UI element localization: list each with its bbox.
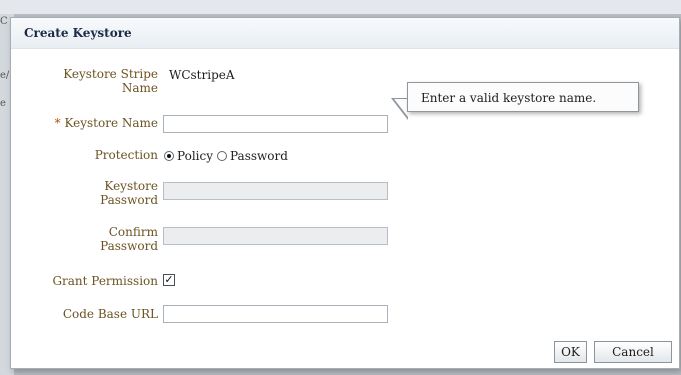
dialog-title: Create Keystore: [24, 26, 132, 40]
validation-tooltip: Enter a valid keystore name.: [407, 82, 639, 112]
tooltip-pointer-fill: [394, 99, 408, 117]
background-text-fragment: e: [0, 98, 6, 109]
tooltip-text: Enter a valid keystore name.: [421, 91, 597, 105]
confirm-password-input[interactable]: [163, 227, 388, 245]
cancel-button[interactable]: Cancel: [594, 341, 672, 363]
ok-button[interactable]: OK: [554, 341, 587, 363]
dialog-header: Create Keystore: [11, 18, 679, 49]
protection-password-label[interactable]: Password: [230, 149, 288, 163]
keystore-name-input[interactable]: [163, 115, 388, 133]
create-keystore-dialog: Create Keystore Keystore Stripe Name WCs…: [10, 17, 680, 369]
protection-radio-group: Policy Password: [164, 149, 292, 163]
required-marker: *: [54, 116, 61, 130]
stripe-value: WCstripeA: [169, 68, 235, 82]
stripe-label-line2: Name: [121, 81, 158, 95]
code-base-url-input[interactable]: [163, 305, 388, 323]
protection-policy-label[interactable]: Policy: [177, 149, 213, 163]
grant-permission-checkbox[interactable]: ✓: [163, 274, 175, 286]
background-text-fragment: e/: [0, 70, 10, 81]
protection-password-radio[interactable]: [217, 151, 227, 161]
stripe-label-line1: Keystore Stripe: [63, 67, 158, 81]
protection-policy-radio[interactable]: [164, 151, 174, 161]
keystore-name-label-text: Keystore Name: [64, 116, 158, 130]
background-text-fragment: C: [0, 16, 8, 27]
background-window-strip: [0, 0, 681, 14]
keystore-password-input[interactable]: [163, 182, 388, 200]
